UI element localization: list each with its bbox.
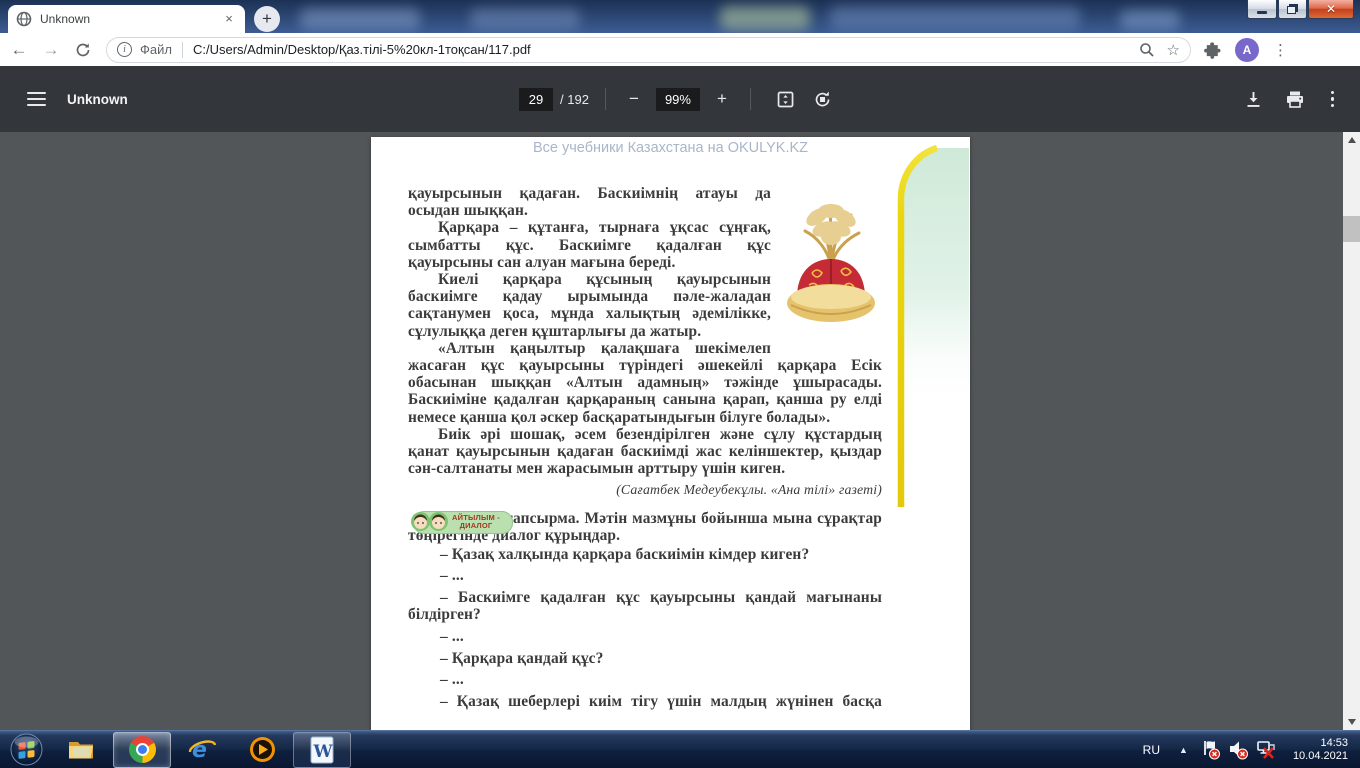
children-faces-icon: [410, 511, 449, 532]
pdf-page: Все учебники Казахстана на OKULYK.KZ қау…: [371, 137, 970, 730]
action-center-flag-icon[interactable]: [1199, 739, 1223, 761]
taskbar-clock[interactable]: 14:53 10.04.2021: [1293, 737, 1348, 764]
scrollbar-down-arrow[interactable]: [1343, 714, 1360, 730]
scrollbar-thumb[interactable]: [1343, 216, 1360, 242]
pdf-toolbar: Unknown / 192 − 99% +: [0, 66, 1360, 132]
source-attribution: (Сағатбек Медеубекұлы. «Ана тілі» газеті…: [616, 482, 882, 498]
system-tray: RU ▲ 14:53 10.04.2021: [1133, 731, 1356, 768]
dialog-line: – ...: [440, 671, 464, 689]
download-button[interactable]: [1244, 90, 1263, 109]
browser-menu-icon[interactable]: ⋮: [1273, 41, 1288, 59]
forward-button[interactable]: →: [38, 37, 64, 63]
file-explorer-icon: [69, 742, 93, 759]
page-number-input[interactable]: [519, 87, 554, 111]
page-text-block: қауырсынын қадаған. Баскиімнің атауы да …: [371, 185, 970, 710]
divider: [749, 88, 751, 110]
minimize-icon: [1257, 10, 1267, 14]
body-paragraph: Биік әрі шошақ, әсем безендірілген және …: [408, 425, 882, 478]
close-icon: ✕: [1325, 2, 1337, 16]
pdf-document-title: Unknown: [67, 91, 128, 107]
bookmark-star-icon[interactable]: ☆: [1167, 41, 1180, 59]
network-disconnected-icon[interactable]: [1255, 739, 1279, 761]
divider: [604, 88, 606, 110]
task-section: АЙТЫЛЫМ - ДИАЛОГ 6-тапсырма. Мәтін мазмұ…: [408, 510, 882, 546]
tab-title: Unknown: [40, 12, 91, 26]
internet-explorer-icon: e: [188, 738, 217, 763]
speaking-dialog-badge: АЙТЫЛЫМ - ДИАЛОГ: [410, 510, 513, 534]
divider: [181, 41, 183, 58]
zoom-in-button[interactable]: +: [710, 89, 734, 109]
dialog-line: – ...: [440, 627, 464, 645]
badge-label-line2: ДИАЛОГ: [459, 521, 493, 531]
dialog-line: – ...: [440, 567, 464, 585]
window-titlebar: Unknown × + ✕: [0, 0, 1360, 33]
window-close-button[interactable]: ✕: [1308, 0, 1354, 19]
browser-toolbar: ← → i Файл C:/Users/Admin/Desktop/Қаз.ті…: [0, 33, 1360, 66]
karkara-hat-illustration: [779, 187, 882, 337]
page-info-icon[interactable]: i: [117, 42, 132, 57]
zoom-out-button[interactable]: −: [622, 89, 646, 109]
window-minimize-button[interactable]: [1247, 0, 1277, 19]
window-controls: ✕: [1246, 0, 1354, 19]
window-restore-button[interactable]: [1278, 0, 1307, 19]
new-tab-button[interactable]: +: [254, 6, 280, 32]
clock-date: 10.04.2021: [1292, 750, 1348, 762]
language-indicator[interactable]: RU: [1133, 743, 1170, 757]
zoom-level-display: 99%: [655, 87, 700, 111]
reload-button[interactable]: [70, 37, 96, 63]
pdf-menu-icon[interactable]: [27, 92, 46, 106]
aero-blur-decoration: [300, 8, 420, 30]
dialog-line: – Баскиімге қадалған құс қауырсыны қанда…: [408, 589, 882, 624]
pdf-scrollbar[interactable]: [1343, 132, 1360, 730]
word-icon: W: [310, 736, 334, 763]
print-button[interactable]: [1285, 90, 1305, 109]
dialog-line: – Қазақ шеберлері киім тігу үшін малдың …: [440, 693, 882, 711]
rotate-icon: [815, 91, 830, 106]
pdf-viewport: Все учебники Казахстана на OKULYK.KZ қау…: [0, 132, 1360, 730]
reload-icon: [76, 43, 90, 56]
fit-to-page-button[interactable]: [776, 90, 795, 109]
taskbar-chrome-button[interactable]: [113, 731, 171, 768]
page-watermark: Все учебники Казахстана на OKULYK.KZ: [532, 140, 809, 156]
body-paragraph: «Алтын қаңылтыр қалақшаға шекімелеп жаса…: [408, 339, 882, 426]
zoom-indicator-icon[interactable]: [1139, 42, 1155, 58]
aero-blur-decoration: [470, 8, 580, 30]
aimp-icon: [249, 737, 275, 762]
extensions-puzzle-icon[interactable]: [1203, 41, 1221, 59]
aero-blur-decoration: [1120, 10, 1180, 30]
url-scheme-label: Файл: [140, 42, 172, 57]
dialog-line: – Қазақ халқында қарқара баскиімін кімде…: [440, 545, 810, 563]
dialog-line: – Қарқара қандай құс?: [440, 649, 604, 667]
pdf-more-options-button[interactable]: [1327, 90, 1339, 108]
taskbar-internet-explorer-button[interactable]: e: [173, 732, 231, 768]
taskbar-aimp-button[interactable]: [233, 732, 291, 768]
restore-icon: [1287, 6, 1296, 14]
fit-page-icon: [777, 91, 794, 107]
rotate-button[interactable]: [813, 90, 832, 109]
globe-favicon-icon: [16, 11, 32, 27]
page-total-label: / 192: [560, 91, 589, 107]
chrome-icon: [128, 736, 156, 763]
profile-avatar[interactable]: A: [1235, 37, 1259, 62]
taskbar-word-button[interactable]: W: [293, 731, 351, 768]
aero-blur-decoration: [830, 6, 1080, 30]
scrollbar-up-arrow[interactable]: [1343, 132, 1360, 148]
tray-expand-chevron[interactable]: ▲: [1170, 745, 1197, 755]
url-text[interactable]: C:/Users/Admin/Desktop/Қаз.тілі-5%20кл-1…: [193, 42, 1139, 57]
desktop-screen: Unknown × + ✕ ← → i Файл C:/Users/Admin/…: [0, 0, 1360, 768]
windows-logo-icon: [10, 733, 42, 766]
start-button[interactable]: [0, 731, 52, 768]
taskbar-explorer-button[interactable]: [53, 732, 111, 768]
address-bar[interactable]: i Файл C:/Users/Admin/Desktop/Қаз.тілі-5…: [106, 36, 1191, 63]
clock-time: 14:53: [1320, 736, 1348, 749]
windows-taskbar: e W RU ▲ 14:53 10.04.2021: [0, 730, 1360, 768]
svg-text:W: W: [313, 742, 334, 762]
volume-muted-icon[interactable]: [1227, 739, 1251, 761]
browser-tab[interactable]: Unknown ×: [8, 5, 245, 33]
aero-blur-decoration: [720, 6, 810, 30]
tab-close-icon[interactable]: ×: [221, 11, 237, 27]
back-button[interactable]: ←: [6, 37, 32, 63]
